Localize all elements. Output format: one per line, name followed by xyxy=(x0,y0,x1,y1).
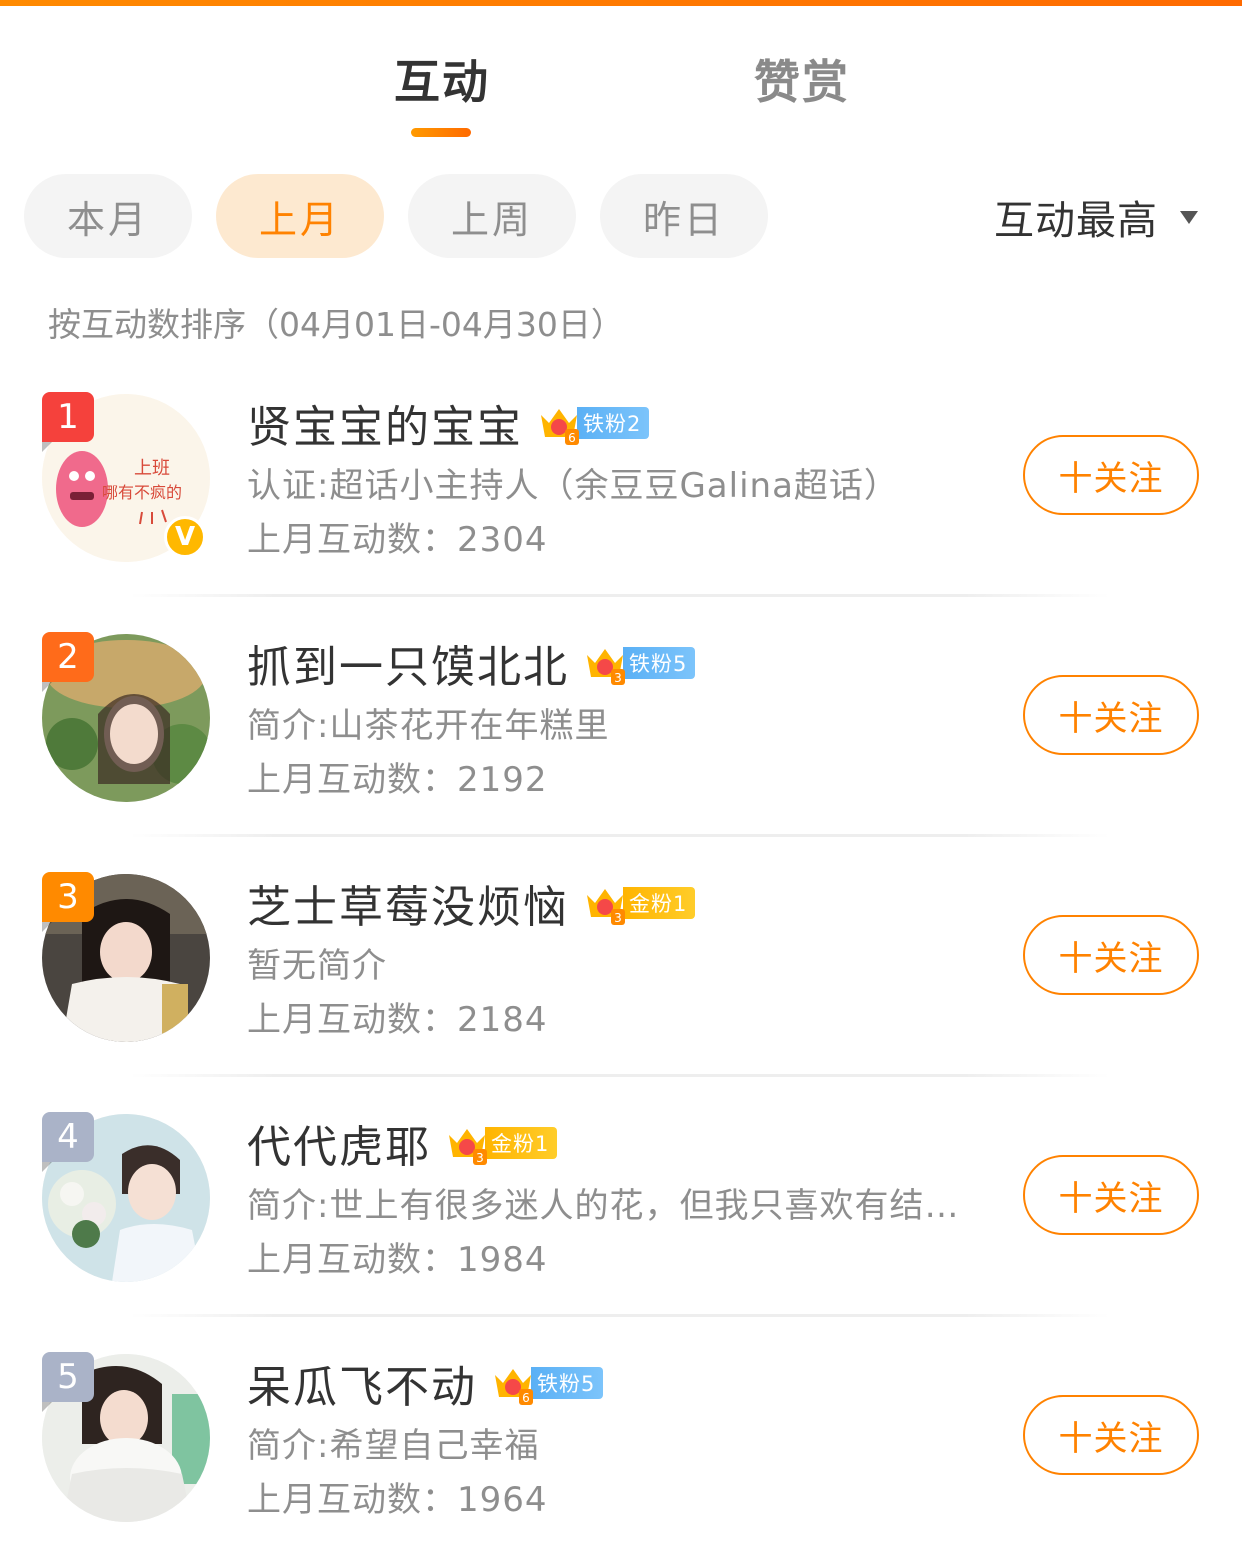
user-description: 暂无简介 xyxy=(247,946,387,986)
user-description: 简介:世上有很多迷人的花，但我只喜欢有结… xyxy=(247,1186,960,1226)
follow-button[interactable]: 十关注 xyxy=(1023,915,1199,995)
fan-badge: 6 铁粉2 xyxy=(537,405,650,445)
rank-badge: 4 xyxy=(42,1112,94,1172)
avatar-text-line1: 上班 xyxy=(134,458,170,479)
user-description: 认证:超话小主持人（余豆豆Galina超话） xyxy=(247,466,899,506)
list-item[interactable]: 4 代代虎耶 3 金粉1 简介:世上有很多迷人的花，但我只喜欢有结… 上月互动数… xyxy=(0,1080,1242,1320)
fan-badge-label: 铁粉2 xyxy=(577,407,650,439)
svg-text:6: 6 xyxy=(522,1391,530,1405)
verified-icon: V xyxy=(164,516,206,558)
fan-badge-label: 铁粉5 xyxy=(531,1367,604,1399)
fan-badge: 3 金粉1 xyxy=(583,885,696,925)
top-accent-bar xyxy=(0,0,1242,6)
avatar-text-line2: 哪有不疯的 xyxy=(102,483,182,502)
fan-badge: 3 铁粉5 xyxy=(583,645,696,685)
crown-icon: 6 xyxy=(541,409,579,445)
interaction-count: 上月互动数：2192 xyxy=(247,760,548,800)
sort-description: 按互动数排序（04月01日-04月30日） xyxy=(48,305,624,344)
crown-icon: 3 xyxy=(587,649,625,685)
user-name[interactable]: 芝士草莓没烦恼 xyxy=(247,871,569,935)
follow-button[interactable]: 十关注 xyxy=(1023,675,1199,755)
crown-icon: 6 xyxy=(495,1369,533,1405)
sort-dropdown[interactable]: 互动最高 xyxy=(994,190,1198,244)
period-chip-this-month[interactable]: 本月 xyxy=(24,174,192,258)
list-item[interactable]: 2 抓到一只馍北北 3 铁粉5 简介:山茶花开在年糕里 上月互动数：2192 十… xyxy=(0,600,1242,840)
svg-text:3: 3 xyxy=(476,1151,484,1165)
user-description: 简介:希望自己幸福 xyxy=(247,1426,540,1466)
caret-down-icon xyxy=(1180,210,1198,224)
user-name[interactable]: 呆瓜飞不动 xyxy=(247,1351,477,1415)
user-description: 简介:山茶花开在年糕里 xyxy=(247,706,610,746)
divider xyxy=(130,834,1110,837)
period-chip-last-month[interactable]: 上月 xyxy=(216,174,384,258)
svg-text:3: 3 xyxy=(614,671,622,685)
svg-text:3: 3 xyxy=(614,911,622,925)
rank-badge: 2 xyxy=(42,632,94,692)
list-item[interactable]: 上班 哪有不疯的 1 V 贤宝宝的宝宝 6 铁粉2 认证:超话小主持人（余豆豆G… xyxy=(0,360,1242,600)
crown-icon: 3 xyxy=(587,889,625,925)
rank-badge: 1 xyxy=(42,392,94,452)
period-chip-last-week[interactable]: 上周 xyxy=(408,174,576,258)
period-chip-yesterday[interactable]: 昨日 xyxy=(600,174,768,258)
divider xyxy=(130,1314,1110,1317)
svg-text:6: 6 xyxy=(568,431,576,445)
fan-badge-label: 铁粉5 xyxy=(623,647,696,679)
list-item[interactable]: 5 呆瓜飞不动 6 铁粉5 简介:希望自己幸福 上月互动数：1964 十关注 xyxy=(0,1320,1242,1560)
interaction-count: 上月互动数：2184 xyxy=(247,1000,548,1040)
interaction-count: 上月互动数：1964 xyxy=(247,1480,548,1520)
fan-badge-label: 金粉1 xyxy=(623,887,696,919)
fan-badge-label: 金粉1 xyxy=(485,1127,558,1159)
list-item[interactable]: 3 芝士草莓没烦恼 3 金粉1 暂无简介 上月互动数：2184 十关注 xyxy=(0,840,1242,1080)
tab-active-indicator xyxy=(411,128,471,137)
tab-interaction[interactable]: 互动 xyxy=(394,46,490,112)
follow-button[interactable]: 十关注 xyxy=(1023,435,1199,515)
interaction-count: 上月互动数：1984 xyxy=(247,1240,548,1280)
rank-badge: 3 xyxy=(42,872,94,932)
follow-button[interactable]: 十关注 xyxy=(1023,1395,1199,1475)
fan-badge: 6 铁粉5 xyxy=(491,1365,604,1405)
follow-button[interactable]: 十关注 xyxy=(1023,1155,1199,1235)
interaction-count: 上月互动数：2304 xyxy=(247,520,548,560)
tab-reward[interactable]: 赞赏 xyxy=(754,46,850,112)
user-name[interactable]: 贤宝宝的宝宝 xyxy=(247,391,523,455)
sort-label: 互动最高 xyxy=(994,198,1158,244)
user-name[interactable]: 代代虎耶 xyxy=(247,1111,431,1175)
fan-badge: 3 金粉1 xyxy=(445,1125,558,1165)
divider xyxy=(130,594,1110,597)
divider xyxy=(130,1074,1110,1077)
crown-icon: 3 xyxy=(449,1129,487,1165)
user-name[interactable]: 抓到一只馍北北 xyxy=(247,631,569,695)
rank-badge: 5 xyxy=(42,1352,94,1412)
